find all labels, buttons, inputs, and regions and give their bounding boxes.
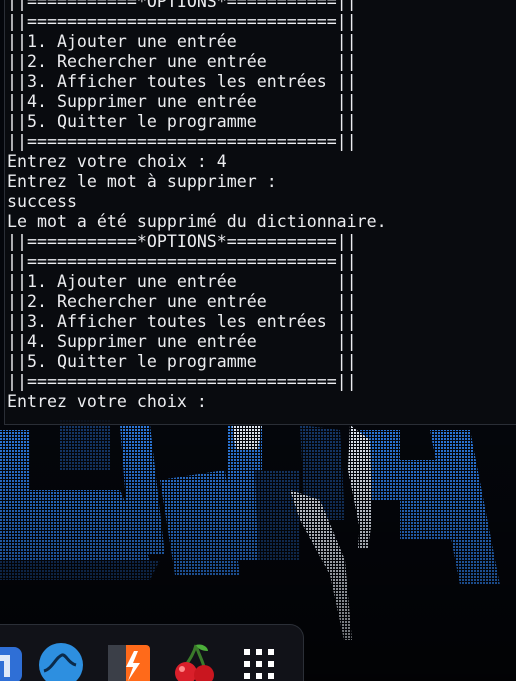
terminal-line: ||4. Supprimer une entrée ||: [7, 332, 357, 351]
blue-app-icon[interactable]: [0, 641, 28, 681]
terminal-line: ||1. Ajouter une entrée ||: [7, 32, 357, 51]
terminal-line: Entrez le mot à supprimer :: [7, 172, 277, 191]
desktop: ||===========*OPTIONS*===========|| ||===…: [0, 0, 516, 681]
terminal-line: ||===========*OPTIONS*===========||: [7, 0, 357, 11]
terminal-line: ||===============================||: [7, 12, 357, 31]
terminal-line: ||3. Afficher toutes les entrées ||: [7, 312, 357, 331]
terminal-window[interactable]: ||===========*OPTIONS*===========|| ||===…: [4, 0, 516, 425]
terminal-line: ||4. Supprimer une entrée ||: [7, 92, 357, 111]
terminal-line: ||===========*OPTIONS*===========||: [7, 232, 357, 251]
terminal-line: ||===============================||: [7, 372, 357, 391]
cherrytree-icon[interactable]: [172, 641, 218, 681]
terminal-line: Entrez votre choix : 4: [7, 152, 227, 171]
terminal-line: ||1. Ajouter une entrée ||: [7, 272, 357, 291]
wireshark-icon[interactable]: [38, 641, 84, 681]
terminal-line: success: [7, 192, 77, 211]
dock: [0, 624, 304, 681]
terminal-line: Le mot a été supprimé du dictionnaire.: [7, 212, 387, 231]
terminal-line: ||3. Afficher toutes les entrées ||: [7, 72, 357, 91]
terminal-line: ||5. Quitter le programme ||: [7, 352, 357, 371]
terminal-output: ||===========*OPTIONS*===========|| ||===…: [7, 0, 387, 412]
burpsuite-icon[interactable]: [106, 641, 152, 681]
terminal-prompt-line[interactable]: Entrez votre choix :: [7, 392, 387, 412]
terminal-line: ||2. Rechercher une entrée ||: [7, 52, 357, 71]
terminal-line: ||===============================||: [7, 252, 357, 271]
terminal-prompt: Entrez votre choix :: [7, 392, 217, 411]
terminal-line: ||5. Quitter le programme ||: [7, 112, 357, 131]
terminal-line: ||===============================||: [7, 132, 357, 151]
app-grid-icon[interactable]: [238, 641, 284, 681]
terminal-line: ||2. Rechercher une entrée ||: [7, 292, 357, 311]
